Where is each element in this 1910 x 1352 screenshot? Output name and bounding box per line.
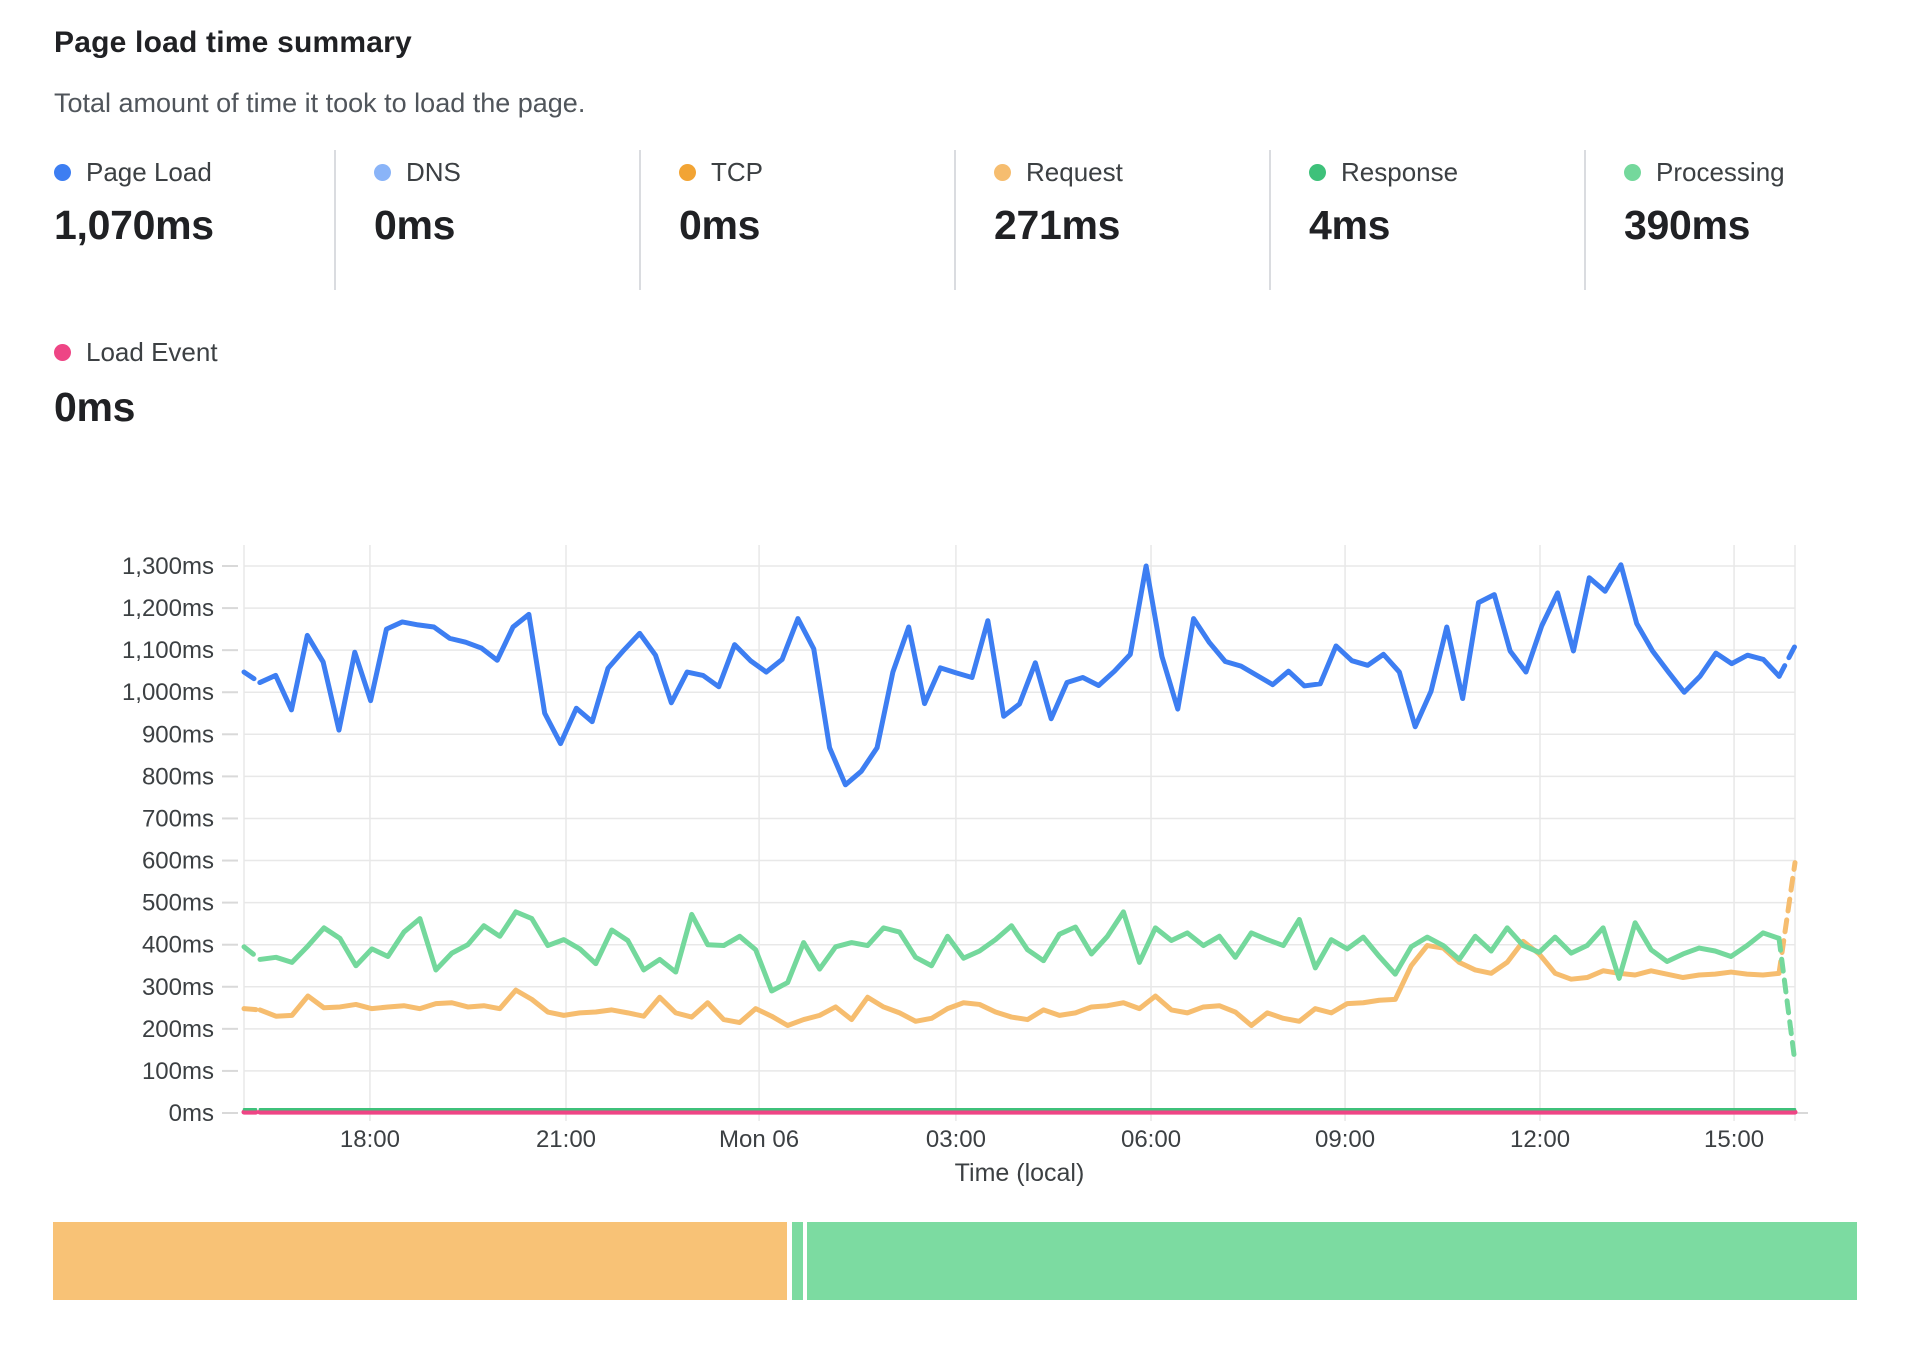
legend-item-value: 0ms bbox=[374, 202, 639, 249]
legend-item-value: 1,070ms bbox=[54, 202, 334, 249]
legend-item-head: Response bbox=[1309, 154, 1584, 190]
legend-item-tcp[interactable]: TCP 0ms bbox=[639, 150, 954, 290]
bar-segment-request-phase bbox=[53, 1222, 787, 1300]
legend-item-head: Request bbox=[994, 154, 1269, 190]
legend-item-value: 0ms bbox=[54, 384, 218, 431]
dns-dot-icon bbox=[374, 164, 391, 181]
y-axis-label: 1,300ms bbox=[122, 553, 214, 580]
x-axis-label: 09:00 bbox=[1315, 1126, 1375, 1153]
y-axis-label: 1,100ms bbox=[122, 637, 214, 664]
y-axis-label: 1,200ms bbox=[122, 595, 214, 622]
line-page-load-dash-start bbox=[244, 672, 260, 683]
line-page-load bbox=[260, 565, 1779, 785]
legend-item-label: Load Event bbox=[86, 337, 218, 368]
page-load-dot-icon bbox=[54, 164, 71, 181]
x-axis-label: 12:00 bbox=[1510, 1126, 1570, 1153]
legend-item-value: 0ms bbox=[679, 202, 954, 249]
y-axis-label: 300ms bbox=[142, 974, 214, 1001]
y-axis-label: 0ms bbox=[169, 1100, 214, 1127]
legend-item-value: 390ms bbox=[1624, 202, 1910, 249]
page-load-time-chart[interactable]: 0ms 100ms 200ms 300ms 400ms 500ms 600ms 700ms 80… bbox=[0, 440, 1910, 1210]
legend-item-label: Page Load bbox=[86, 157, 212, 188]
page-load-summary-panel: { "header": { "title": "Page load time s… bbox=[0, 0, 1910, 1352]
response-dot-icon bbox=[1309, 164, 1326, 181]
line-request bbox=[260, 941, 1779, 1025]
x-axis-label: 21:00 bbox=[536, 1126, 596, 1153]
x-axis-label: 18:00 bbox=[340, 1126, 400, 1153]
legend-item-head: Page Load bbox=[54, 154, 334, 190]
y-axis-label: 900ms bbox=[142, 721, 214, 748]
x-axis-label: 03:00 bbox=[926, 1126, 986, 1153]
bar-segment-processing-sliver bbox=[792, 1222, 803, 1300]
legend-item-head: Processing bbox=[1624, 154, 1910, 190]
legend-item-value: 271ms bbox=[994, 202, 1269, 249]
bar-segment-processing-phase bbox=[807, 1222, 1857, 1300]
legend-item-processing[interactable]: Processing 390ms bbox=[1584, 150, 1910, 290]
legend-item-head: DNS bbox=[374, 154, 639, 190]
legend-item-dns[interactable]: DNS 0ms bbox=[334, 150, 639, 290]
y-axis-label: 1,000ms bbox=[122, 679, 214, 706]
load-event-dot-icon bbox=[54, 344, 71, 361]
y-axis-label: 700ms bbox=[142, 805, 214, 832]
timing-breakdown-bar bbox=[53, 1222, 1857, 1300]
legend-item-response[interactable]: Response 4ms bbox=[1269, 150, 1584, 290]
request-dot-icon bbox=[994, 164, 1011, 181]
legend-item-head: TCP bbox=[679, 154, 954, 190]
legend-item-label: Response bbox=[1341, 157, 1458, 188]
line-processing-dash-end bbox=[1779, 938, 1795, 1062]
legend-item-value: 4ms bbox=[1309, 202, 1584, 249]
y-axis-label: 400ms bbox=[142, 932, 214, 959]
legend-item-page-load[interactable]: Page Load 1,070ms bbox=[54, 150, 334, 290]
legend-item-label: TCP bbox=[711, 157, 763, 188]
legend-item-head: Load Event bbox=[54, 334, 218, 370]
y-axis-label: 800ms bbox=[142, 763, 214, 790]
line-processing-dash-start bbox=[244, 947, 260, 960]
x-axis-title: Time (local) bbox=[955, 1159, 1085, 1187]
processing-dot-icon bbox=[1624, 164, 1641, 181]
x-axis-label: Mon 06 bbox=[719, 1126, 799, 1153]
page-subtitle: Total amount of time it took to load the… bbox=[54, 88, 585, 119]
page-title: Page load time summary bbox=[54, 26, 412, 60]
y-axis-label: 600ms bbox=[142, 848, 214, 875]
legend-item-label: Processing bbox=[1656, 157, 1785, 188]
legend: Page Load 1,070ms DNS 0ms TCP 0ms Request 271ms… bbox=[54, 150, 1910, 290]
x-axis-label: 06:00 bbox=[1121, 1126, 1181, 1153]
y-axis-label: 200ms bbox=[142, 1016, 214, 1043]
tcp-dot-icon bbox=[679, 164, 696, 181]
y-axis-label: 100ms bbox=[142, 1058, 214, 1085]
legend-item-label: Request bbox=[1026, 157, 1123, 188]
line-processing bbox=[260, 912, 1779, 991]
y-axis-label: 500ms bbox=[142, 890, 214, 917]
line-request-dash-end bbox=[1779, 863, 1795, 974]
legend-item-request[interactable]: Request 271ms bbox=[954, 150, 1269, 290]
x-axis-label: 15:00 bbox=[1704, 1126, 1764, 1153]
legend-item-label: DNS bbox=[406, 157, 461, 188]
